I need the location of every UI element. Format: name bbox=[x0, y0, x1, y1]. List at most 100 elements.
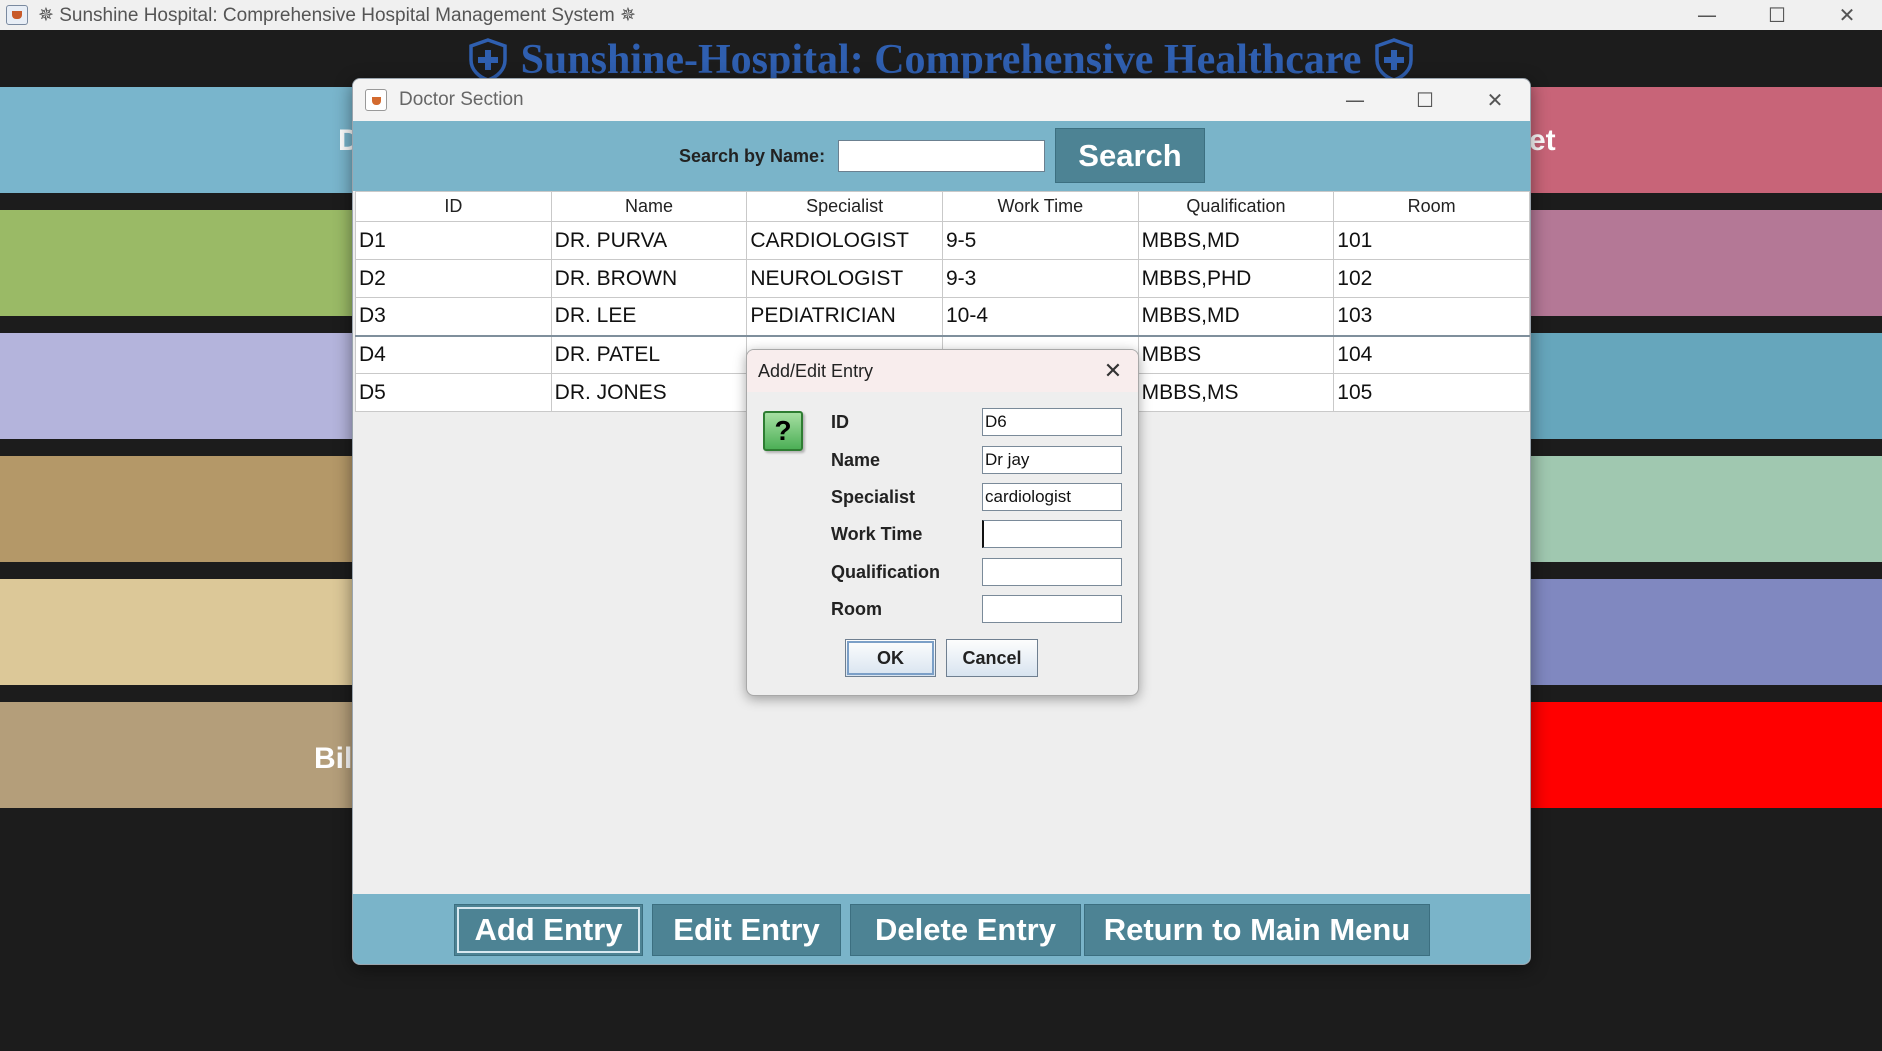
qualification-field[interactable] bbox=[982, 558, 1122, 586]
menu-tile-left-4[interactable] bbox=[0, 456, 360, 562]
table-cell[interactable]: D1 bbox=[355, 221, 552, 260]
work-time-field[interactable] bbox=[982, 520, 1122, 548]
name-label: Name bbox=[831, 450, 881, 470]
form-row-name: Name Dr jay bbox=[831, 446, 1131, 474]
room-field[interactable] bbox=[982, 595, 1122, 623]
table-cell[interactable]: MBBS bbox=[1137, 335, 1335, 374]
ok-button[interactable]: OK bbox=[845, 639, 936, 677]
table-cell[interactable]: D5 bbox=[355, 373, 552, 412]
menu-tile-label: Bil bbox=[314, 742, 353, 775]
table-cell[interactable]: DR. LEE bbox=[550, 297, 748, 337]
column-header-specialist[interactable]: Specialist bbox=[746, 191, 943, 222]
table-cell[interactable]: PEDIATRICIAN bbox=[746, 297, 943, 337]
java-app-icon bbox=[6, 5, 28, 25]
doctor-window-title: Doctor Section bbox=[399, 89, 524, 110]
dialog-titlebar: Add/Edit Entry ✕ bbox=[747, 350, 1138, 392]
dialog-title: Add/Edit Entry bbox=[758, 360, 874, 381]
table-cell[interactable]: 103 bbox=[1333, 297, 1530, 337]
specialist-label: Specialist bbox=[831, 487, 916, 507]
maximize-icon[interactable]: ☐ bbox=[1390, 79, 1460, 121]
minimize-icon[interactable]: — bbox=[1672, 0, 1742, 30]
specialist-field[interactable]: cardiologist bbox=[982, 483, 1122, 511]
table-cell[interactable]: DR. BROWN bbox=[550, 259, 748, 298]
form-row-room: Room bbox=[831, 595, 1131, 623]
table-row[interactable]: D1 DR. PURVA CARDIOLOGIST 9-5 MBBS,MD 10… bbox=[355, 221, 1530, 260]
close-icon[interactable]: ✕ bbox=[1088, 350, 1138, 392]
table-header-row: ID Name Specialist Work Time Qualificati… bbox=[355, 191, 1530, 222]
question-icon: ? bbox=[763, 411, 803, 451]
work-time-label: Work Time bbox=[831, 524, 923, 544]
column-header-qualification[interactable]: Qualification bbox=[1137, 191, 1335, 222]
hospital-header-title: Sunshine-Hospital: Comprehensive Healthc… bbox=[467, 36, 1416, 84]
table-cell[interactable]: NEUROLOGIST bbox=[746, 259, 943, 298]
delete-entry-button[interactable]: Delete Entry bbox=[850, 904, 1081, 956]
table-cell[interactable]: 9-5 bbox=[941, 221, 1139, 260]
table-cell[interactable]: D2 bbox=[355, 259, 552, 298]
table-cell[interactable]: MBBS,PHD bbox=[1137, 259, 1335, 298]
column-header-name[interactable]: Name bbox=[550, 191, 748, 222]
add-edit-entry-dialog: Add/Edit Entry ✕ ? ID D6 Name Dr jay Spe… bbox=[746, 349, 1139, 696]
column-header-work-time[interactable]: Work Time bbox=[941, 191, 1139, 222]
column-header-id[interactable]: ID bbox=[355, 191, 552, 222]
main-window-title: ✵ Sunshine Hospital: Comprehensive Hospi… bbox=[38, 4, 636, 26]
menu-tile-right-2[interactable] bbox=[1525, 210, 1882, 316]
doctor-window-titlebar: Doctor Section — ☐ ✕ bbox=[353, 79, 1530, 121]
table-cell[interactable]: 101 bbox=[1333, 221, 1530, 260]
column-header-room[interactable]: Room bbox=[1333, 191, 1530, 222]
table-cell[interactable]: D4 bbox=[355, 335, 552, 374]
edit-entry-button[interactable]: Edit Entry bbox=[652, 904, 841, 956]
table-cell[interactable]: 9-3 bbox=[941, 259, 1139, 298]
hospital-header-text: Sunshine-Hospital: Comprehensive Healthc… bbox=[520, 37, 1362, 83]
id-label: ID bbox=[831, 412, 849, 432]
table-row[interactable]: D2 DR. BROWN NEUROLOGIST 9-3 MBBS,PHD 10… bbox=[355, 259, 1530, 298]
menu-tile-right-6[interactable] bbox=[1525, 702, 1882, 808]
menu-tile-right-1[interactable]: et bbox=[1525, 87, 1882, 193]
doctor-window-controls: — ☐ ✕ bbox=[1320, 79, 1530, 121]
form-row-qualification: Qualification bbox=[831, 558, 1131, 586]
table-cell[interactable]: MBBS,MD bbox=[1137, 221, 1335, 260]
table-cell[interactable]: 102 bbox=[1333, 259, 1530, 298]
id-field[interactable]: D6 bbox=[982, 408, 1122, 436]
table-cell[interactable]: DR. PURVA bbox=[550, 221, 748, 260]
menu-tile-left-1[interactable]: D bbox=[0, 87, 360, 193]
java-app-icon bbox=[365, 89, 387, 111]
search-bar: Search by Name: Search bbox=[353, 121, 1530, 191]
shield-cross-icon bbox=[468, 38, 507, 82]
menu-tile-left-5[interactable] bbox=[0, 579, 360, 685]
table-row[interactable]: D3 DR. LEE PEDIATRICIAN 10-4 MBBS,MD 103 bbox=[355, 297, 1530, 337]
close-icon[interactable]: ✕ bbox=[1460, 79, 1530, 121]
table-cell[interactable]: 10-4 bbox=[941, 297, 1139, 337]
table-cell[interactable]: CARDIOLOGIST bbox=[746, 221, 943, 260]
name-field[interactable]: Dr jay bbox=[982, 446, 1122, 474]
main-window-controls: — ☐ ✕ bbox=[1672, 0, 1882, 30]
table-cell[interactable]: 104 bbox=[1333, 335, 1530, 374]
table-cell[interactable]: DR. PATEL bbox=[550, 335, 748, 374]
table-cell[interactable]: MBBS,MD bbox=[1137, 297, 1335, 337]
form-row-id: ID D6 bbox=[831, 408, 1131, 436]
close-icon[interactable]: ✕ bbox=[1812, 0, 1882, 30]
menu-tile-right-3[interactable] bbox=[1525, 333, 1882, 439]
menu-tile-left-6[interactable]: Bil bbox=[0, 702, 360, 808]
maximize-icon[interactable]: ☐ bbox=[1742, 0, 1812, 30]
search-input[interactable] bbox=[838, 140, 1045, 172]
qualification-label: Qualification bbox=[831, 562, 941, 582]
table-cell[interactable]: D3 bbox=[355, 297, 552, 337]
menu-tile-label: et bbox=[1529, 124, 1556, 157]
minimize-icon[interactable]: — bbox=[1320, 79, 1390, 121]
menu-tile-right-5[interactable] bbox=[1525, 579, 1882, 685]
cancel-button[interactable]: Cancel bbox=[946, 639, 1038, 677]
return-to-main-menu-button[interactable]: Return to Main Menu bbox=[1084, 904, 1430, 956]
table-cell[interactable]: DR. JONES bbox=[550, 373, 748, 412]
form-row-work-time: Work Time bbox=[831, 520, 1131, 548]
add-entry-button[interactable]: Add Entry bbox=[454, 904, 643, 956]
table-cell[interactable]: 105 bbox=[1333, 373, 1530, 412]
menu-tile-left-2[interactable] bbox=[0, 210, 360, 316]
main-window-titlebar: ✵ Sunshine Hospital: Comprehensive Hospi… bbox=[0, 0, 1882, 30]
search-button[interactable]: Search bbox=[1055, 128, 1205, 183]
menu-tile-left-3[interactable] bbox=[0, 333, 360, 439]
action-bar: Add Entry Edit Entry Delete Entry Return… bbox=[353, 894, 1530, 964]
table-cell[interactable]: MBBS,MS bbox=[1137, 373, 1335, 412]
room-label: Room bbox=[831, 599, 882, 619]
form-row-specialist: Specialist cardiologist bbox=[831, 483, 1131, 511]
menu-tile-right-4[interactable] bbox=[1525, 456, 1882, 562]
